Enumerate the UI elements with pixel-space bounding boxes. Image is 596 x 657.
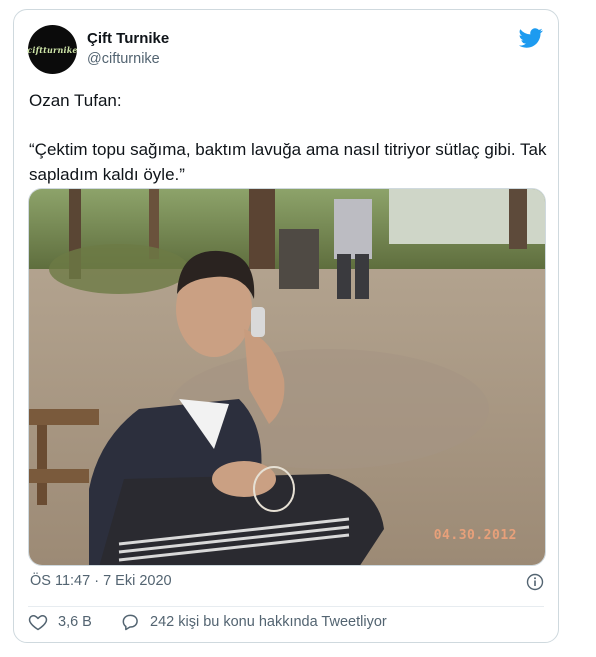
tweet-text-line: Ozan Tufan: (29, 91, 122, 110)
photo-image (29, 189, 545, 565)
tweet-timestamp[interactable]: ÖS 11:47 · 7 Eki 2020 (30, 573, 172, 589)
twitter-bird-icon[interactable] (519, 26, 543, 50)
tweet-photo[interactable]: 04.30.2012 (28, 188, 546, 566)
speech-bubble-icon (122, 614, 138, 631)
like-button[interactable]: 3,6 B (28, 612, 92, 632)
avatar-logo-text: ciftturnike (27, 44, 78, 55)
divider (28, 606, 544, 607)
talking-text: 242 kişi bu konu hakkında Tweetliyor (150, 614, 387, 630)
reply-conversation-link[interactable]: 242 kişi bu konu hakkında Tweetliyor (120, 612, 387, 632)
tweet-card: ciftturnike Çift Turnike @cifturnike Oza… (13, 9, 559, 643)
display-name[interactable]: Çift Turnike (87, 30, 169, 47)
avatar[interactable]: ciftturnike (27, 25, 78, 74)
user-handle[interactable]: @cifturnike (87, 51, 160, 67)
like-count: 3,6 B (58, 614, 92, 630)
tweet-text: Ozan Tufan: “Çektim topu sağıma, baktım … (29, 88, 549, 187)
tweet-text-quote: “Çektim topu sağıma, baktım lavuğa ama n… (29, 140, 547, 184)
photo-date-stamp: 04.30.2012 (433, 528, 517, 543)
info-icon[interactable] (526, 573, 544, 591)
heart-icon (28, 615, 48, 631)
